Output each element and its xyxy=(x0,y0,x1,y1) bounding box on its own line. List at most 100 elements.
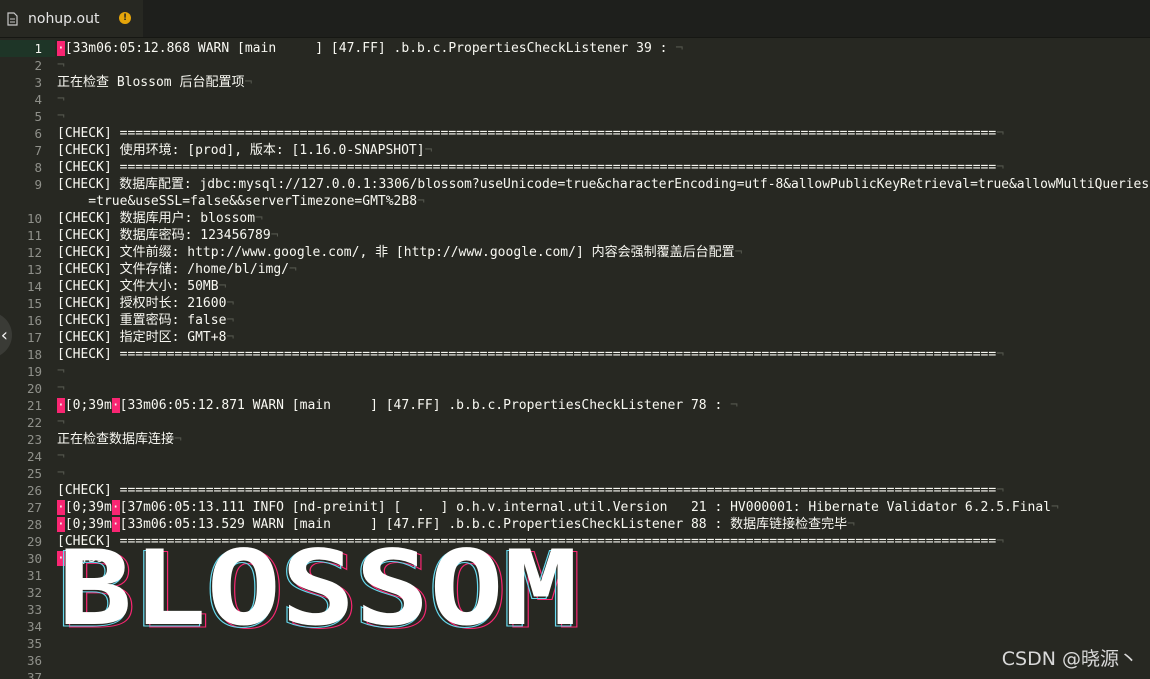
code-line: 35 xyxy=(0,635,1150,652)
code-line: 5 ¬ xyxy=(0,108,1150,125)
line-number: 23 xyxy=(26,432,42,447)
text-segment: 正在检查数据库连接 xyxy=(57,432,175,447)
line-end-marker: ¬ xyxy=(734,245,743,260)
line-text: [CHECK] 数据库配置: jdbc:mysql://127.0.0.1:33… xyxy=(57,176,1149,193)
escape-marker: · xyxy=(57,398,65,413)
text-segment: [CHECK] 文件存储: /home/bl/img/ xyxy=(57,262,290,277)
code-line: 36 xyxy=(0,652,1150,669)
line-text: ¬ xyxy=(57,448,65,465)
code-line: 23 正在检查数据库连接¬ xyxy=(0,431,1150,448)
line-text: [CHECK] ================================… xyxy=(57,482,1004,499)
code-line: 24 ¬ xyxy=(0,448,1150,465)
line-number: 26 xyxy=(26,483,42,498)
text-segment: [37m06:05:13.111 INFO [nd-preinit] [ . ]… xyxy=(119,500,1051,515)
line-end-marker: ¬ xyxy=(57,415,65,430)
watermark: CSDN @晓源丶 xyxy=(1001,648,1138,670)
chevron-left-icon: ‹ xyxy=(0,324,8,346)
line-text: [CHECK] ================================… xyxy=(57,159,1004,176)
line-end-marker: ¬ xyxy=(417,194,425,209)
code-line: 18 [CHECK] ==============================… xyxy=(0,346,1150,363)
code-line: 27 ·[0;39m·[37m06:05:13.111 INFO [nd-prei… xyxy=(0,499,1150,516)
code-line: 1 ·[33m06:05:12.868 WARN [main ] [47.FF] … xyxy=(0,40,1150,57)
text-segment: [CHECK] ================================… xyxy=(57,126,997,141)
line-number: 6 xyxy=(34,126,42,141)
file-icon xyxy=(7,11,18,26)
line-number: 9 xyxy=(34,177,42,192)
line-text: [CHECK] 文件大小: 50MB¬ xyxy=(57,278,226,295)
code-line: 2 ¬ xyxy=(0,57,1150,74)
text-segment: [CHECK] 文件大小: 50MB xyxy=(57,279,219,294)
tab-label: nohup.out xyxy=(28,10,100,27)
line-end-marker: ¬ xyxy=(244,75,253,90)
line-text: [CHECK] 数据库用户: blossom¬ xyxy=(57,210,263,227)
line-text: ·[0;39m·[33m06:05:12.871 WARN [main ] [4… xyxy=(57,397,738,414)
line-end-marker: ¬ xyxy=(289,262,297,277)
line-end-marker: ¬ xyxy=(226,296,235,311)
line-number: 13 xyxy=(26,262,42,277)
line-end-marker: ¬ xyxy=(226,330,235,345)
escape-marker: · xyxy=(111,398,120,413)
text-segment: [0;39m xyxy=(64,500,112,515)
logo-text: BLOSSOM xyxy=(58,529,578,634)
code-line: =true&useSSL=false&&serverTimezone=GMT%2… xyxy=(0,193,1150,210)
text-segment: [CHECK] 重置密码: false xyxy=(57,313,227,328)
line-text: [CHECK] 文件前缀: http://www.google.com/, 非 … xyxy=(57,244,742,261)
line-text: [CHECK] 指定时区: GMT+8¬ xyxy=(57,329,234,346)
line-end-marker: ¬ xyxy=(57,381,65,396)
line-number: 1 xyxy=(34,41,42,56)
line-text: ¬ xyxy=(57,91,65,108)
line-number: 5 xyxy=(34,109,42,124)
line-end-marker: ¬ xyxy=(270,228,279,243)
line-text: 正在检查数据库连接¬ xyxy=(57,431,182,448)
line-text: ¬ xyxy=(57,108,65,125)
code-line: 6 [CHECK] ===============================… xyxy=(0,125,1150,142)
line-text: [CHECK] 重置密码: false¬ xyxy=(57,312,234,329)
line-number: 10 xyxy=(26,211,42,226)
line-text: ¬ xyxy=(57,363,65,380)
code-line: 9 [CHECK] 数据库配置: jdbc:mysql://127.0.0.1:3… xyxy=(0,176,1150,193)
text-segment: [CHECK] ================================… xyxy=(57,160,997,175)
line-end-marker: ¬ xyxy=(57,449,65,464)
code-line: 7 [CHECK] 使用环境: [prod], 版本: [1.16.0-SNAPS… xyxy=(0,142,1150,159)
tab-bar: nohup.out ! xyxy=(0,0,1150,38)
code-line: 26 [CHECK] ==============================… xyxy=(0,482,1150,499)
line-end-marker: ¬ xyxy=(57,58,65,73)
line-number: 19 xyxy=(26,364,42,379)
text-segment: [CHECK] 指定时区: GMT+8 xyxy=(57,330,227,345)
line-number: 29 xyxy=(26,534,42,549)
code-line: 25 ¬ xyxy=(0,465,1150,482)
tab-nohup-out[interactable]: nohup.out ! xyxy=(0,0,143,37)
code-line: 14 [CHECK] 文件大小: 50MB¬ xyxy=(0,278,1150,295)
line-number: 2 xyxy=(34,58,42,73)
text-segment: [33m06:05:12.868 WARN [main ] [47.FF] .b… xyxy=(64,41,676,56)
text-segment: [CHECK] ================================… xyxy=(57,347,997,362)
ascii-logo: BLOSSOM BLOSSOM BLOSSOM xyxy=(56,524,586,653)
line-end-marker: ¬ xyxy=(57,92,65,107)
line-number: 36 xyxy=(26,653,42,668)
escape-marker: · xyxy=(57,500,65,515)
line-number: 4 xyxy=(34,92,42,107)
line-end-marker: ¬ xyxy=(996,534,1005,549)
line-end-marker: ¬ xyxy=(996,160,1005,175)
line-number: 7 xyxy=(34,143,42,158)
line-text: [CHECK] 使用环境: [prod], 版本: [1.16.0-SNAPSH… xyxy=(57,142,432,159)
line-end-marker: ¬ xyxy=(847,517,855,532)
code-line: 22 ¬ xyxy=(0,414,1150,431)
line-number: 20 xyxy=(26,381,42,396)
code-line: 21 ·[0;39m·[33m06:05:12.871 WARN [main ] … xyxy=(0,397,1150,414)
text-segment: [0;39m xyxy=(64,398,112,413)
code-line: 37 xyxy=(0,669,1150,679)
line-number: 34 xyxy=(26,619,42,634)
text-segment: [CHECK] 授权时长: 21600 xyxy=(57,296,227,311)
line-number: 35 xyxy=(26,636,42,651)
line-number: 24 xyxy=(26,449,42,464)
text-segment: [33m06:05:12.871 WARN [main ] [47.FF] .b… xyxy=(119,398,731,413)
line-text: ·[0;39m·[37m06:05:13.111 INFO [nd-preini… xyxy=(57,499,1059,516)
line-text: ¬ xyxy=(57,380,65,397)
text-segment: [CHECK] 数据库配置: jdbc:mysql://127.0.0.1:33… xyxy=(57,177,1150,192)
line-number: 27 xyxy=(26,500,42,515)
line-number: 12 xyxy=(26,245,42,260)
text-segment: =true&useSSL=false&&serverTimezone=GMT%2… xyxy=(57,194,418,209)
code-line: 15 [CHECK] 授权时长: 21600¬ xyxy=(0,295,1150,312)
line-number: 25 xyxy=(26,466,42,481)
